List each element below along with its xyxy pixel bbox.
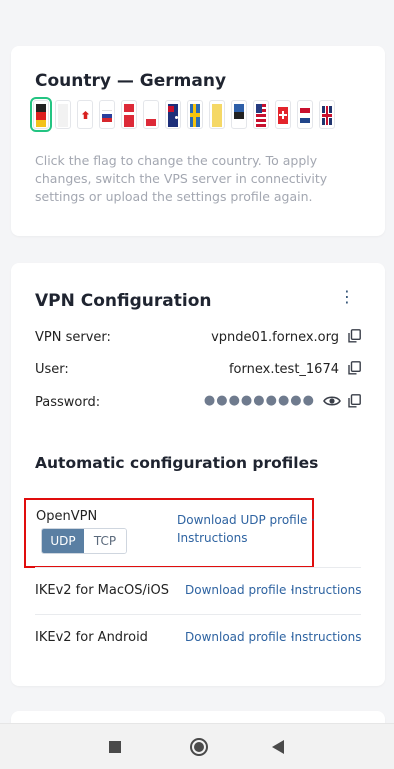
password-mask: ●●●●●●●●●: [203, 393, 315, 408]
download-udp-link[interactable]: Download UDP profile ·: [177, 513, 315, 527]
flag-blank[interactable]: [55, 100, 71, 129]
flag-netherlands[interactable]: [297, 100, 313, 129]
copy-icon[interactable]: [348, 361, 361, 375]
back-icon[interactable]: [272, 740, 284, 754]
ikev2-android-instructions-link[interactable]: Instructions: [291, 630, 361, 644]
copy-icon[interactable]: [348, 394, 361, 408]
country-hint: Click the flag to change the country. To…: [35, 153, 328, 204]
ikev2-mac-instructions-link[interactable]: Instructions: [291, 583, 361, 597]
ikev2-mac-label: IKEv2 for MacOS/iOS: [35, 583, 169, 598]
udp-option[interactable]: UDP: [42, 529, 84, 553]
flag-poland[interactable]: [121, 100, 137, 129]
server-value: vpnde01.fornex.org: [211, 330, 339, 345]
ikev2-mac-download-link[interactable]: Download profile ·: [185, 583, 294, 597]
flag-poland-alt[interactable]: [143, 100, 159, 129]
vpn-card: VPN Configuration ⋮ VPN server: vpnde01.…: [11, 263, 385, 686]
flag-list: [30, 97, 335, 132]
protocol-toggle: UDP TCP: [41, 528, 127, 554]
copy-icon[interactable]: [348, 329, 361, 343]
profiles-title: Automatic configuration profiles: [35, 454, 319, 472]
flag-switzerland[interactable]: [275, 100, 291, 129]
flag-canada[interactable]: [77, 100, 93, 129]
country-card: Country — Germany Click the flag to chan…: [11, 46, 385, 236]
country-title: Country — Germany: [35, 71, 227, 91]
flag-australia[interactable]: [165, 100, 181, 129]
openvpn-instructions-link[interactable]: Instructions: [177, 531, 247, 545]
flag-yellow[interactable]: [209, 100, 225, 129]
ikev2-android-label: IKEv2 for Android: [35, 630, 148, 645]
home-icon[interactable]: [190, 738, 208, 756]
divider: [35, 567, 361, 568]
tcp-option[interactable]: TCP: [84, 529, 126, 553]
server-label: VPN server:: [35, 330, 111, 345]
flag-sweden[interactable]: [187, 100, 203, 129]
divider: [35, 614, 361, 615]
flag-usa[interactable]: [253, 100, 269, 129]
recents-icon[interactable]: [109, 741, 121, 753]
user-label: User:: [35, 362, 69, 377]
user-value: fornex.test_1674: [228, 362, 339, 377]
password-label: Password:: [35, 395, 101, 410]
vpn-title: VPN Configuration: [35, 291, 212, 311]
more-menu-icon[interactable]: ⋮: [339, 289, 355, 305]
eye-icon[interactable]: [323, 395, 341, 407]
flag-estonia[interactable]: [231, 100, 247, 129]
openvpn-label: OpenVPN: [36, 509, 98, 524]
flag-uk[interactable]: [319, 100, 335, 129]
flag-germany[interactable]: [30, 97, 52, 132]
ikev2-android-download-link[interactable]: Download profile ·: [185, 630, 294, 644]
flag-russia[interactable]: [99, 100, 115, 129]
system-nav-bar: [0, 723, 394, 769]
